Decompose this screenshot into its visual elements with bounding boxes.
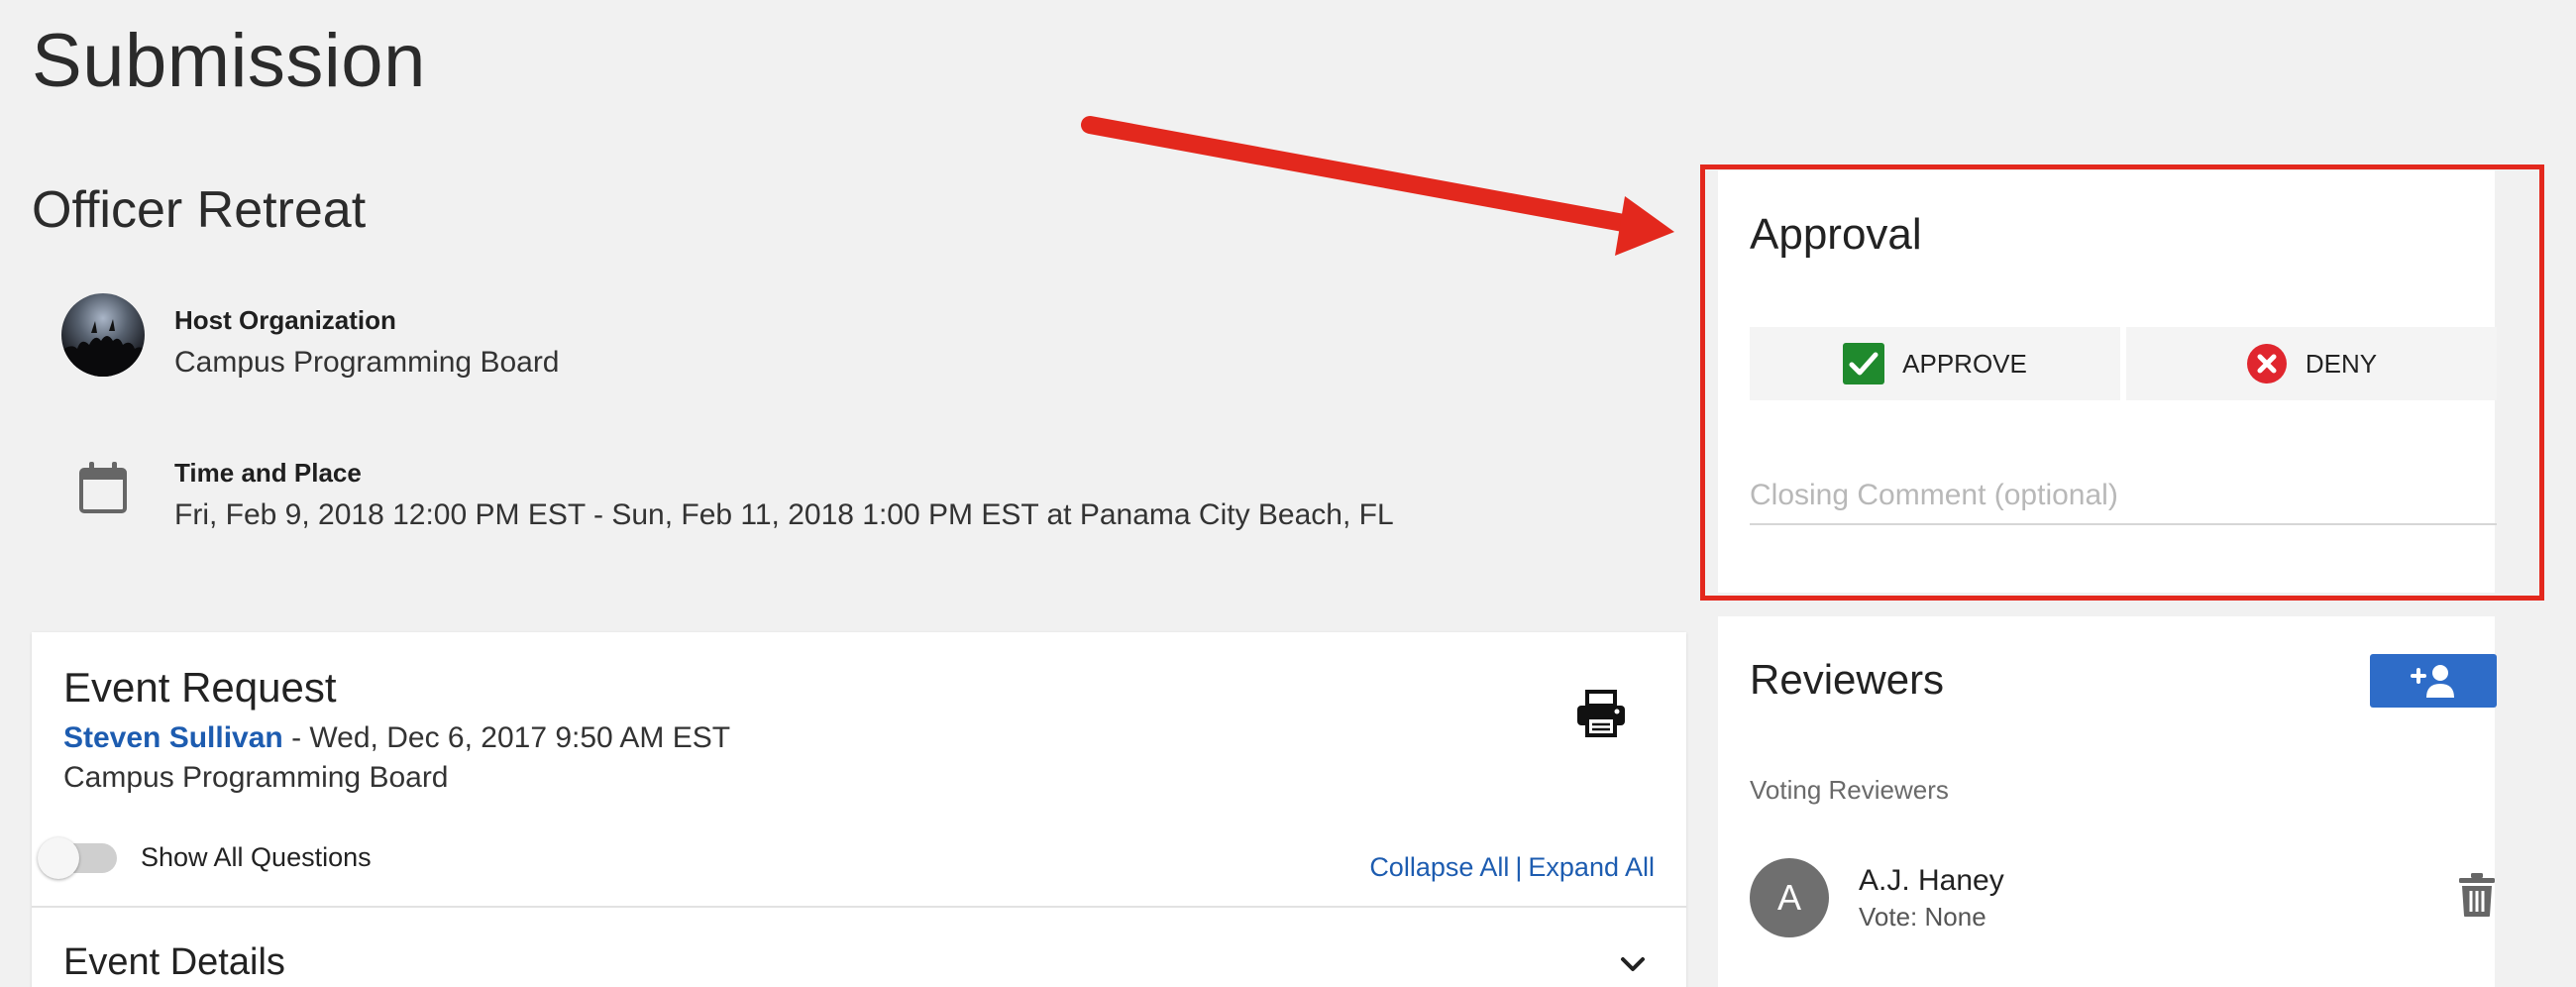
host-organization-label: Host Organization (174, 305, 396, 335)
deny-label: DENY (2305, 348, 2378, 379)
chevron-down-icon (1621, 957, 1645, 971)
add-reviewer-button[interactable] (2370, 654, 2497, 708)
print-button[interactable] (1575, 690, 1627, 737)
time-place-value: Fri, Feb 9, 2018 12:00 PM EST - Sun, Feb… (174, 498, 1394, 531)
checkmark-icon (1843, 343, 1885, 384)
organization-avatar (61, 293, 145, 377)
request-organization: Campus Programming Board (63, 761, 449, 794)
approve-label: APPROVE (1902, 348, 2027, 379)
approve-button[interactable]: APPROVE (1750, 327, 2120, 400)
event-details-section-title[interactable]: Event Details (63, 941, 285, 984)
crowd-photo-icon (61, 319, 145, 377)
collapse-expand-links: Collapse All | Expand All (1369, 852, 1655, 883)
reviewer-vote: Vote: None (1859, 902, 1986, 932)
host-organization-row: Host Organization Campus Programming Boa… (61, 293, 560, 383)
add-user-icon (2411, 665, 2454, 698)
link-separator: | (1515, 852, 1523, 882)
remove-reviewer-button[interactable] (2457, 872, 2497, 918)
show-all-questions-row: Show All Questions (38, 836, 372, 879)
collapse-all-link[interactable]: Collapse All (1369, 852, 1509, 882)
reviewer-row: A A.J. Haney Vote: None (1750, 858, 2497, 941)
event-request-card: Event Request Steven Sullivan - Wed, Dec… (32, 632, 1686, 987)
reviewers-card: Reviewers Voting Reviewers A A.J. Haney … (1718, 616, 2497, 987)
reviewer-avatar: A (1750, 858, 1829, 937)
voting-reviewers-label: Voting Reviewers (1750, 775, 1949, 805)
request-submitted-date: - Wed, Dec 6, 2017 9:50 AM EST (282, 721, 731, 754)
printer-icon (1577, 690, 1625, 737)
calendar-icon (61, 446, 145, 529)
trash-icon (2459, 873, 2495, 917)
section-divider (32, 906, 1686, 908)
submission-page: Submission Officer Retreat Host Organiza… (0, 0, 2576, 987)
time-place-row: Time and Place Fri, Feb 9, 2018 12:00 PM… (61, 446, 1394, 535)
event-title: Officer Retreat (32, 181, 367, 239)
reviewers-title: Reviewers (1750, 656, 1945, 703)
toggle-knob (38, 836, 79, 879)
request-title: Event Request (63, 664, 337, 711)
closing-comment-input[interactable] (1750, 468, 2497, 525)
request-meta: Steven Sullivan - Wed, Dec 6, 2017 9:50 … (63, 721, 730, 755)
time-place-label: Time and Place (174, 458, 362, 488)
host-organization-value: Campus Programming Board (174, 346, 560, 379)
page-title: Submission (32, 19, 426, 103)
reviewer-name: A.J. Haney (1859, 864, 2004, 897)
event-details-toggle[interactable] (1615, 947, 1651, 983)
show-all-questions-label: Show All Questions (141, 842, 372, 872)
show-all-questions-toggle[interactable] (38, 836, 117, 879)
deny-button[interactable]: DENY (2126, 327, 2497, 400)
request-author-link[interactable]: Steven Sullivan (63, 721, 283, 754)
approval-title: Approval (1750, 210, 1922, 259)
x-circle-icon (2246, 344, 2287, 384)
approval-card: Approval APPROVE DENY (1718, 170, 2497, 593)
expand-all-link[interactable]: Expand All (1528, 852, 1655, 882)
